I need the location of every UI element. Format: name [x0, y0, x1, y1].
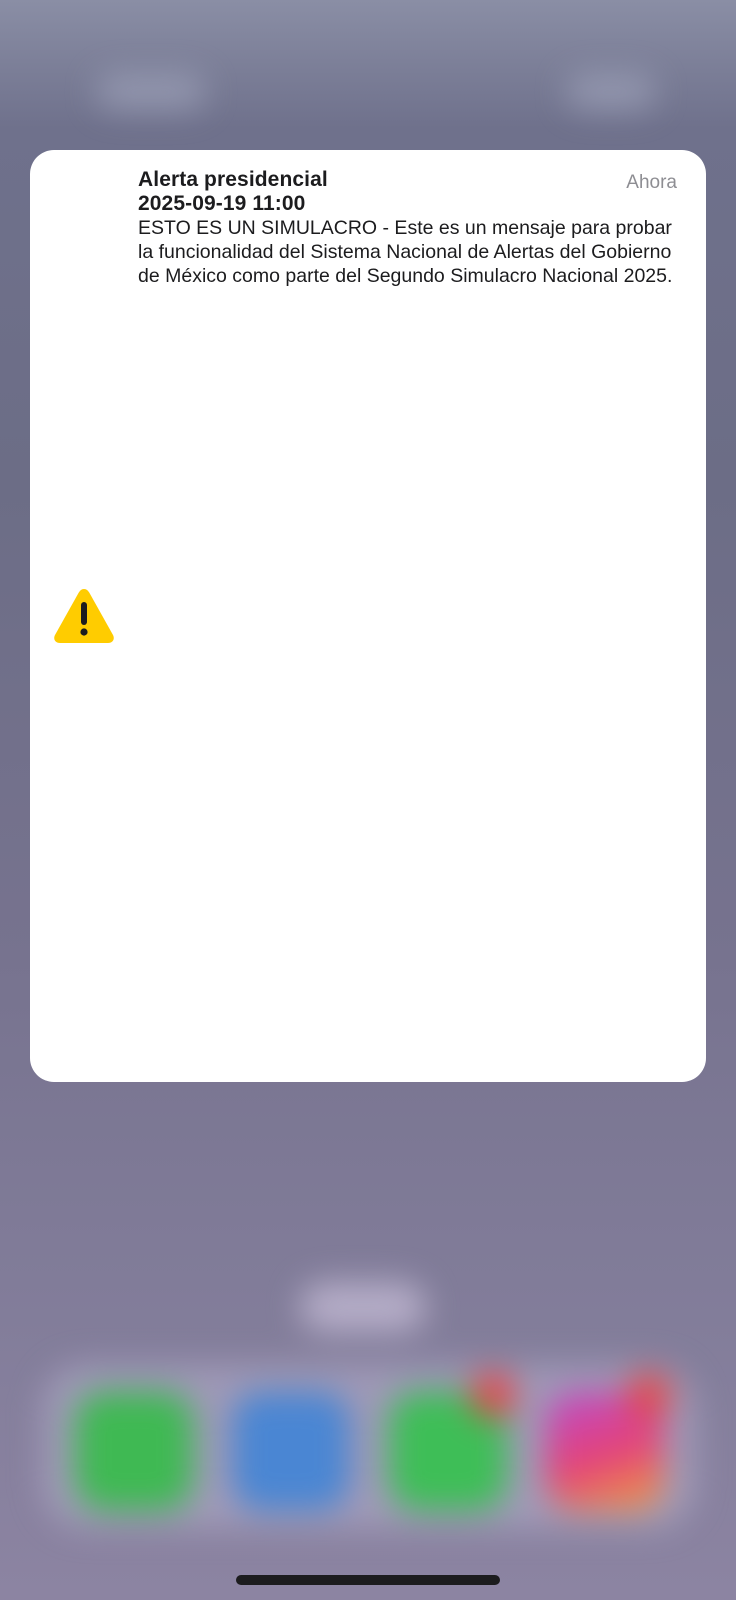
- alert-title: Alerta presidencial: [138, 168, 328, 191]
- notification-badge: [470, 1372, 516, 1418]
- alert-datetime: 2025-09-19 11:00: [138, 192, 306, 215]
- alert-content: Alerta presidencial 2025-09-19 11:00 EST…: [138, 168, 690, 288]
- status-bar-time: [96, 74, 206, 110]
- notification-badge: [626, 1372, 672, 1418]
- warning-icon: [52, 586, 116, 646]
- alert-timestamp: Ahora: [626, 172, 677, 193]
- safari-icon: [232, 1392, 350, 1510]
- home-indicator[interactable]: [236, 1575, 500, 1585]
- phone-icon: [75, 1392, 193, 1510]
- search-pill: [300, 1282, 426, 1332]
- alert-message: ESTO ES UN SIMULACRO - Este es un mensaj…: [138, 217, 673, 287]
- emergency-alert-card[interactable]: Alerta presidencial 2025-09-19 11:00 EST…: [30, 150, 706, 1082]
- status-bar-indicators: [566, 74, 656, 110]
- lock-screen: { "alert": { "title": "Alerta presidenci…: [0, 0, 736, 1600]
